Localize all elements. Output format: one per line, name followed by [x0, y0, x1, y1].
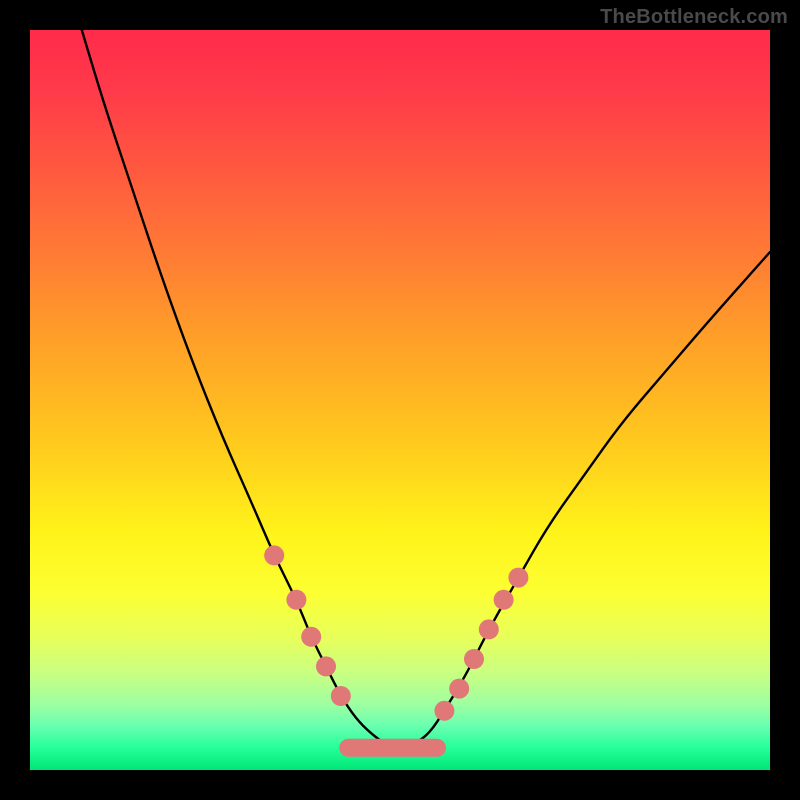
curve-group	[82, 30, 770, 747]
right-slope-points-4	[494, 590, 514, 610]
watermark-text: TheBottleneck.com	[600, 6, 788, 29]
left-slope-points-1	[286, 590, 306, 610]
left-slope-points-4	[331, 686, 351, 706]
right-slope-points-0	[434, 701, 454, 721]
right-slope-points-5	[508, 568, 528, 588]
chart-overlay	[30, 30, 770, 770]
plot-area	[30, 30, 770, 770]
markers-group	[264, 545, 528, 747]
right-slope-points-3	[479, 619, 499, 639]
bottleneck-curve	[82, 30, 770, 747]
left-slope-points-0	[264, 545, 284, 565]
left-slope-points-3	[316, 656, 336, 676]
left-slope-points-2	[301, 627, 321, 647]
right-slope-points-1	[449, 679, 469, 699]
chart-container: TheBottleneck.com	[0, 0, 800, 800]
right-slope-points-2	[464, 649, 484, 669]
